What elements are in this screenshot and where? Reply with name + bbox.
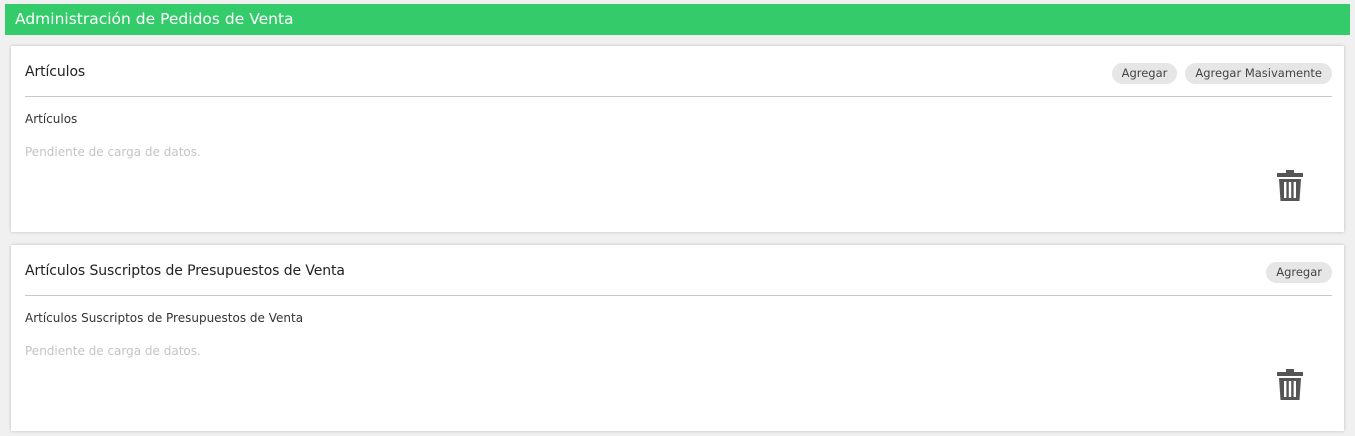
trash-icon[interactable] (1277, 170, 1303, 202)
empty-state-text: Pendiente de carga de datos. (25, 145, 201, 159)
agregar-button[interactable]: Agregar (1111, 63, 1178, 84)
page-title: Administración de Pedidos de Venta (15, 10, 294, 28)
articulos-panel: Artículos Agregar Agregar Masivamente Ar… (11, 46, 1344, 232)
panel-title: Artículos Suscriptos de Presupuestos de … (25, 263, 345, 279)
agregar-button[interactable]: Agregar (1266, 262, 1332, 283)
page-header: Administración de Pedidos de Venta (5, 4, 1350, 35)
panel-title: Artículos (25, 64, 86, 80)
empty-state-text: Pendiente de carga de datos. (25, 344, 201, 358)
section-label: Artículos (25, 112, 78, 126)
panel-actions: Agregar (1266, 262, 1332, 283)
panel-actions: Agregar Agregar Masivamente (1111, 63, 1332, 84)
articulos-suscriptos-panel: Artículos Suscriptos de Presupuestos de … (11, 245, 1344, 431)
trash-icon[interactable] (1277, 369, 1303, 401)
section-label: Artículos Suscriptos de Presupuestos de … (25, 311, 304, 325)
agregar-masivamente-button[interactable]: Agregar Masivamente (1185, 63, 1332, 84)
divider (25, 295, 1332, 296)
divider (25, 96, 1332, 97)
